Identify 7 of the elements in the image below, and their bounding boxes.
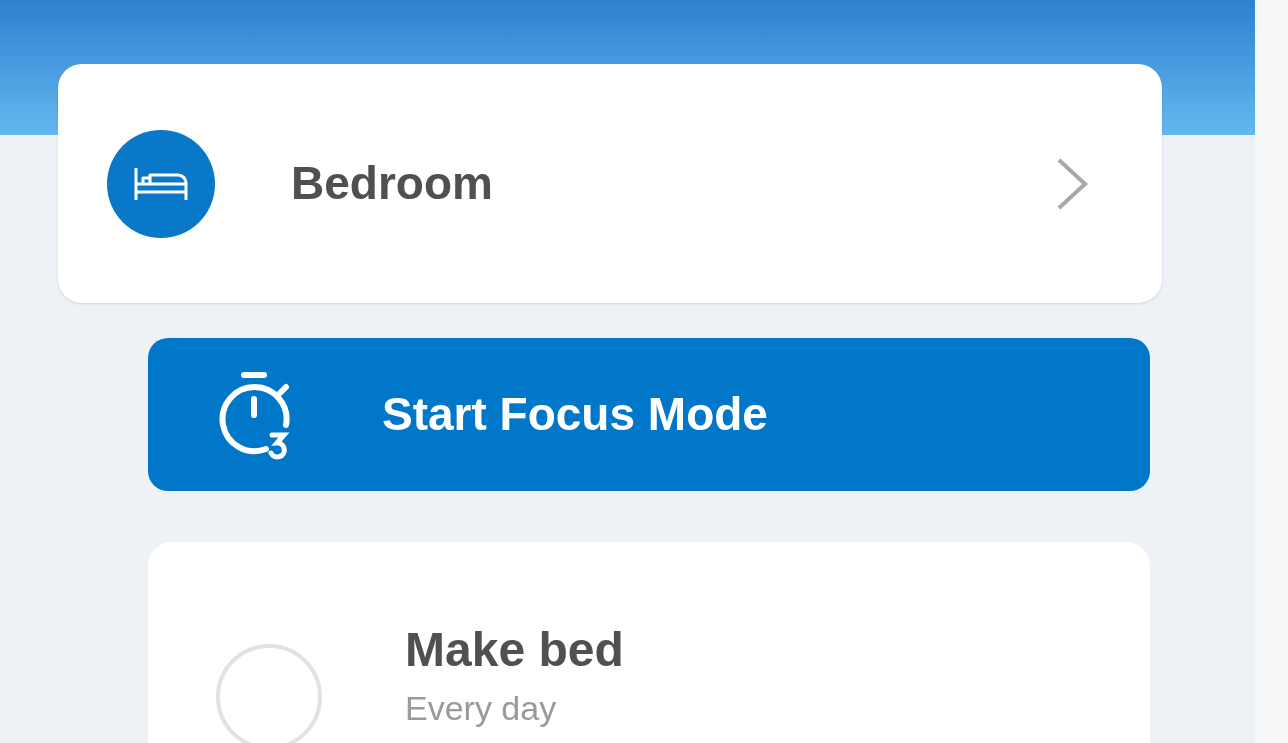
task-schedule: Every day [405, 688, 558, 729]
room-name: Bedroom [291, 156, 494, 211]
task-card[interactable]: Make bed Every day [148, 542, 1150, 743]
task-checkbox[interactable] [216, 644, 322, 743]
task-title: Make bed [405, 622, 624, 678]
focus-mode-button[interactable]: Start Focus Mode [148, 338, 1150, 491]
room-card[interactable]: Bedroom [58, 64, 1162, 303]
